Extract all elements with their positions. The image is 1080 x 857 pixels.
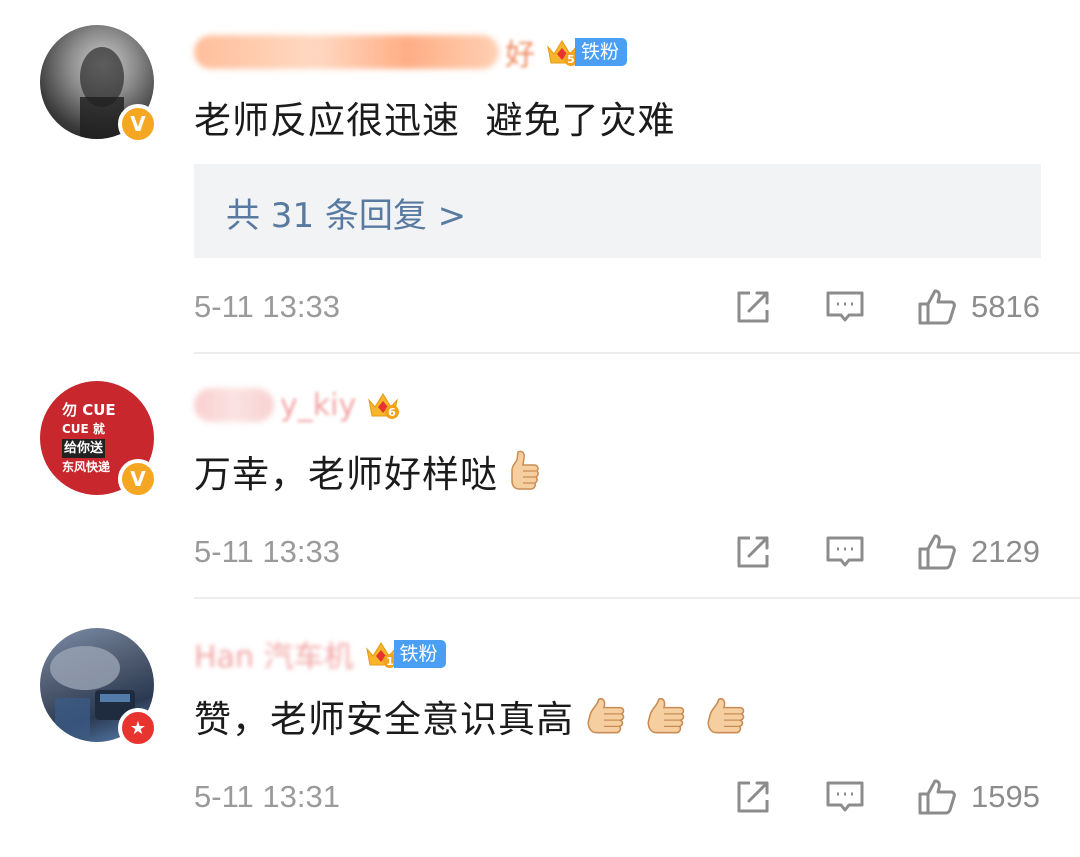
fan-level-badge[interactable]: 5 铁粉: [545, 36, 628, 68]
verified-badge-icon: V: [118, 459, 158, 499]
share-button[interactable]: [733, 532, 773, 572]
share-button[interactable]: [733, 777, 773, 817]
member-star-badge-icon: ★: [118, 708, 158, 748]
avatar-text-line: 给你送: [62, 439, 106, 458]
comment-icon: [826, 781, 864, 812]
thumbs-up-emoji: [511, 450, 539, 490]
crown-icon: 6: [368, 393, 400, 419]
comment-item: V 好 5 铁粉 老师反应很迅速 避免了灾难 共 31 条回复 > 5-11 1…: [0, 0, 1080, 355]
share-icon: [737, 536, 769, 568]
like-count: 1595: [971, 779, 1040, 814]
fan-level-badge[interactable]: 6: [366, 389, 400, 421]
iron-fan-label: 铁粉: [393, 640, 446, 668]
divider: [194, 597, 1080, 599]
thumbs-up-icon: [918, 289, 956, 325]
iron-fan-label: 铁粉: [575, 38, 628, 66]
like-button[interactable]: 5816: [917, 287, 1040, 327]
username[interactable]: 好 5 铁粉: [194, 32, 628, 73]
share-icon: [737, 291, 769, 323]
comment-text-content: 万幸，老师好样哒: [194, 453, 498, 496]
verified-badge-icon: V: [118, 104, 158, 144]
comment-item: 勿 CUE CUE 就 给你送 东风快递 V y_kiy 6 万幸，老师好样哒 …: [0, 355, 1080, 600]
username[interactable]: y_kiy 6: [194, 385, 400, 425]
crown-icon: 1: [365, 642, 397, 668]
thumbs-up-emoji: [647, 698, 685, 734]
username-fragment: y_kiy: [280, 387, 357, 423]
view-replies-button[interactable]: 共 31 条回复 >: [194, 164, 1041, 258]
replies-count-label: 共 31 条回复 >: [226, 196, 467, 236]
redacted-name-blur: [194, 388, 274, 422]
redacted-name-blur: [194, 35, 499, 69]
username-fragment: Han 汽车机: [194, 640, 354, 675]
thumbs-up-icon: [918, 779, 956, 815]
divider: [194, 352, 1080, 354]
comment-actions: 2129: [733, 532, 1040, 572]
comment-meta: 5-11 13:31 1595: [194, 772, 1040, 822]
comment-meta: 5-11 13:33 2129: [194, 527, 1040, 577]
timestamp: 5-11 13:33: [194, 534, 340, 569]
comment-text: 赞，老师安全意识真高: [194, 690, 750, 742]
comment-text: 老师反应很迅速 避免了灾难: [194, 99, 676, 142]
avatar-text-line: CUE 就: [62, 422, 105, 436]
svg-text:1: 1: [386, 655, 394, 668]
comment-text-content: 赞，老师安全意识真高: [194, 698, 574, 741]
comment-icon: [826, 291, 864, 322]
thumbs-up-icon: [918, 534, 956, 570]
like-count: 5816: [971, 289, 1040, 324]
like-button[interactable]: 2129: [917, 532, 1040, 572]
comment-item: ★ Han 汽车机 1 铁粉 赞，老师安全意识真高 5-11 13:31 159…: [0, 600, 1080, 857]
svg-text:6: 6: [388, 406, 396, 419]
comment-meta: 5-11 13:33 5816: [194, 282, 1040, 332]
comment-icon: [826, 536, 864, 567]
like-count: 2129: [971, 534, 1040, 569]
crown-icon: 5: [547, 40, 578, 66]
fan-level-badge[interactable]: 1 铁粉: [364, 638, 446, 670]
share-button[interactable]: [733, 287, 773, 327]
comment-text: 万幸，老师好样哒: [194, 445, 544, 497]
reply-button[interactable]: [825, 287, 865, 327]
username-fragment: 好: [505, 38, 535, 73]
share-icon: [737, 781, 769, 813]
timestamp: 5-11 13:31: [194, 779, 340, 814]
reply-button[interactable]: [825, 532, 865, 572]
thumbs-up-emoji: [587, 698, 625, 734]
avatar-text-line: 勿 CUE: [62, 401, 116, 419]
reply-button[interactable]: [825, 777, 865, 817]
timestamp: 5-11 13:33: [194, 289, 340, 324]
like-button[interactable]: 1595: [917, 777, 1040, 817]
comment-actions: 1595: [733, 777, 1040, 817]
svg-text:5: 5: [567, 53, 575, 66]
username[interactable]: Han 汽车机 1 铁粉: [194, 634, 446, 675]
thumbs-up-emoji: [707, 698, 745, 734]
comment-actions: 5816: [733, 287, 1040, 327]
